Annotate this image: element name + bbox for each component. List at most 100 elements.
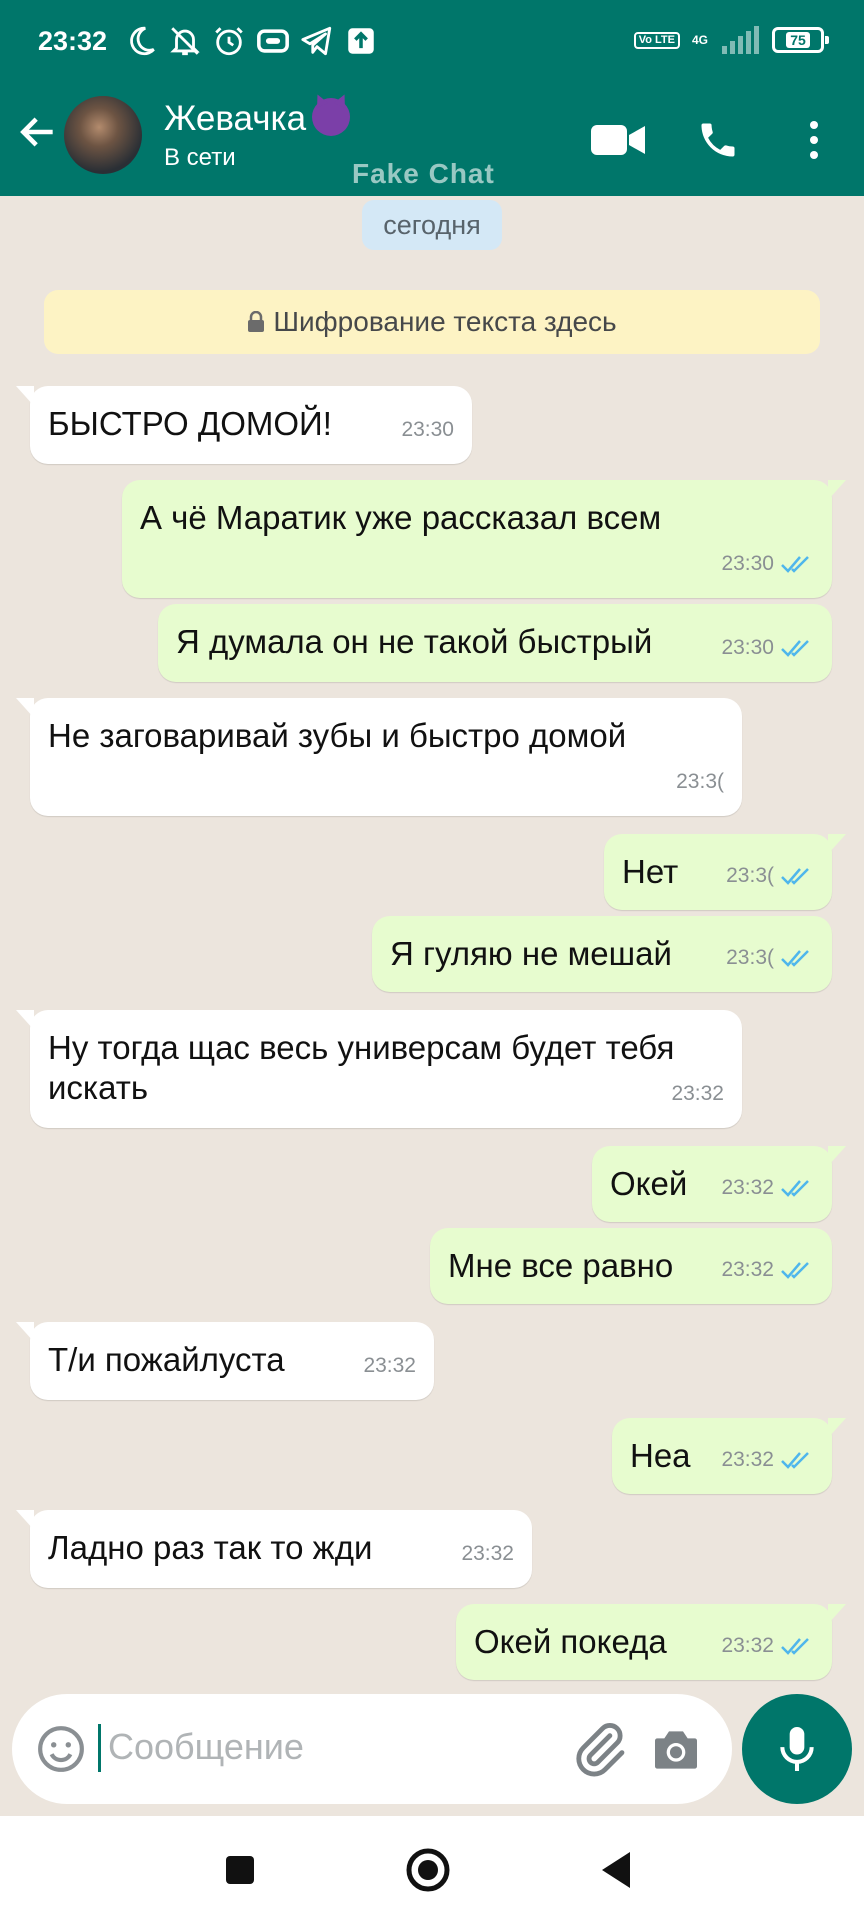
message-time: 23:32 bbox=[461, 1542, 514, 1565]
message-meta: 23:32 bbox=[721, 1626, 814, 1666]
message-meta: 23:32 bbox=[363, 1346, 416, 1386]
contact-avatar[interactable] bbox=[64, 96, 142, 174]
message-text: БЫСТРО ДОМОЙ! bbox=[48, 405, 332, 442]
lock-icon bbox=[248, 311, 265, 332]
date-chip: сегодня bbox=[362, 200, 502, 250]
cast-icon bbox=[257, 29, 289, 53]
message-bubble-outgoing[interactable]: Окей 23:32 bbox=[592, 1146, 846, 1222]
message-time: 23:30 bbox=[401, 418, 454, 441]
message-meta: 23:30 bbox=[401, 410, 454, 450]
message-bubble-outgoing[interactable]: Мне все равно 23:32 bbox=[430, 1228, 832, 1304]
message-time: 23:32 bbox=[721, 1176, 774, 1199]
voice-call-button[interactable] bbox=[690, 112, 746, 168]
message-time: 23:32 bbox=[721, 1634, 774, 1657]
message-time: 23:3( bbox=[676, 770, 724, 793]
contact-name-row[interactable]: Жевачка bbox=[164, 98, 351, 139]
message-meta: 23:3( bbox=[726, 938, 814, 978]
attach-icon[interactable] bbox=[570, 1720, 628, 1778]
status-right: Vo LTE 4G 75 bbox=[633, 26, 829, 54]
double-check-icon bbox=[781, 950, 809, 967]
emoji-icon[interactable] bbox=[36, 1724, 86, 1774]
message-bubble-outgoing[interactable]: Нет 23:3( bbox=[604, 834, 846, 910]
double-check-icon bbox=[781, 868, 809, 885]
message-meta: 23:3( bbox=[726, 856, 814, 896]
camera-icon[interactable] bbox=[648, 1722, 704, 1778]
double-check-icon bbox=[781, 1638, 809, 1655]
status-time: 23:32 bbox=[38, 26, 108, 56]
message-bubble-outgoing[interactable]: Я думала он не такой быстрый 23:30 bbox=[158, 604, 832, 682]
message-time: 23:3( bbox=[726, 946, 774, 969]
square-icon bbox=[226, 1856, 254, 1884]
message-time: 23:32 bbox=[671, 1082, 724, 1105]
volte-badge: Vo LTE bbox=[633, 31, 680, 49]
message-time: 23:32 bbox=[721, 1448, 774, 1471]
chat-header: Жевачка В сети Fake Chat bbox=[0, 88, 864, 196]
message-bubble-incoming[interactable]: БЫСТРО ДОМОЙ! 23:30 bbox=[16, 386, 472, 464]
message-meta: 23:32 bbox=[721, 1250, 814, 1290]
message-bubble-incoming[interactable]: Т/и пожайлуста 23:32 bbox=[16, 1322, 434, 1400]
message-bubble-outgoing[interactable]: Окей покеда 23:32 bbox=[456, 1604, 846, 1680]
message-input-bar[interactable]: Сообщение bbox=[12, 1694, 732, 1804]
message-meta: 23:32 bbox=[721, 1440, 814, 1480]
status-icons bbox=[124, 24, 378, 58]
alarm-icon bbox=[215, 27, 243, 56]
message-time: 23:3( bbox=[726, 864, 774, 887]
encryption-notice[interactable]: Шифрование текста здесь bbox=[44, 290, 820, 354]
message-bubble-incoming[interactable]: Ну тогда щас весь универсам будет тебя и… bbox=[16, 1010, 742, 1128]
message-bubble-incoming[interactable]: Не заговаривай зубы и быстро домой 23:3( bbox=[16, 698, 742, 816]
text-cursor bbox=[98, 1724, 101, 1772]
home-circle-icon bbox=[406, 1848, 450, 1892]
video-call-button[interactable] bbox=[590, 112, 646, 168]
message-bubble-incoming[interactable]: Ладно раз так то жди 23:32 bbox=[16, 1510, 532, 1588]
message-text: Ладно раз так то жди bbox=[48, 1529, 373, 1566]
voice-record-button[interactable] bbox=[742, 1694, 852, 1804]
status-bar: 23:32 Vo LTE 4G 75 bbox=[0, 0, 864, 88]
watermark: Fake Chat bbox=[352, 158, 495, 189]
microphone-icon bbox=[780, 1727, 814, 1771]
more-options-button[interactable] bbox=[786, 112, 842, 168]
video-camera-icon bbox=[591, 125, 645, 155]
chat-area[interactable]: сегодня Шифрование текста здесь БЫСТРО Д… bbox=[0, 196, 864, 1692]
network-type: 4G bbox=[691, 33, 708, 47]
message-bubble-outgoing[interactable]: Неа 23:32 bbox=[612, 1418, 846, 1494]
battery-level: 75 bbox=[786, 32, 810, 48]
message-time: 23:30 bbox=[721, 636, 774, 659]
double-check-icon bbox=[781, 1452, 809, 1469]
double-check-icon bbox=[781, 556, 809, 573]
message-text: А чё Маратик уже рассказал всем bbox=[140, 499, 662, 536]
double-check-icon bbox=[781, 1180, 809, 1197]
message-meta: 23:32 bbox=[671, 1074, 724, 1114]
back-triangle-icon bbox=[602, 1852, 630, 1888]
moon-icon bbox=[130, 26, 155, 56]
home-button[interactable] bbox=[404, 1846, 452, 1894]
devil-emoji-icon bbox=[312, 98, 351, 136]
back-arrow-icon[interactable] bbox=[16, 110, 60, 154]
message-meta: 23:3( bbox=[676, 762, 724, 802]
contact-name: Жевачка bbox=[164, 99, 307, 138]
back-button[interactable] bbox=[592, 1846, 640, 1894]
encryption-text: Шифрование текста здесь bbox=[273, 306, 617, 337]
message-time: 23:32 bbox=[721, 1258, 774, 1281]
message-time: 23:32 bbox=[363, 1354, 416, 1377]
double-check-icon bbox=[781, 1262, 809, 1279]
upload-icon bbox=[348, 28, 374, 54]
message-meta: 23:30 bbox=[721, 628, 814, 668]
message-bubble-outgoing[interactable]: Я гуляю не мешай 23:3( bbox=[372, 916, 832, 992]
message-text: Ну тогда щас весь универсам будет тебя и… bbox=[48, 1029, 675, 1106]
message-bubble-outgoing[interactable]: А чё Маратик уже рассказал всем 23:30 bbox=[122, 480, 846, 598]
message-input[interactable]: Сообщение bbox=[108, 1726, 304, 1768]
contact-status: В сети bbox=[164, 144, 236, 171]
message-meta: 23:32 bbox=[721, 1168, 814, 1208]
signal-icon bbox=[722, 26, 759, 54]
battery-icon: 75 bbox=[772, 27, 829, 53]
system-nav-bar bbox=[0, 1816, 864, 1920]
message-text: Не заговаривай зубы и быстро домой bbox=[48, 717, 627, 754]
bell-off-icon bbox=[170, 27, 200, 56]
message-meta: 23:30 bbox=[721, 544, 814, 584]
more-vertical-icon bbox=[810, 121, 818, 159]
message-text: Я думала он не такой быстрый bbox=[176, 623, 653, 660]
double-check-icon bbox=[781, 640, 809, 657]
phone-icon bbox=[701, 123, 735, 157]
message-time: 23:30 bbox=[721, 552, 774, 575]
recents-button[interactable] bbox=[216, 1846, 264, 1894]
